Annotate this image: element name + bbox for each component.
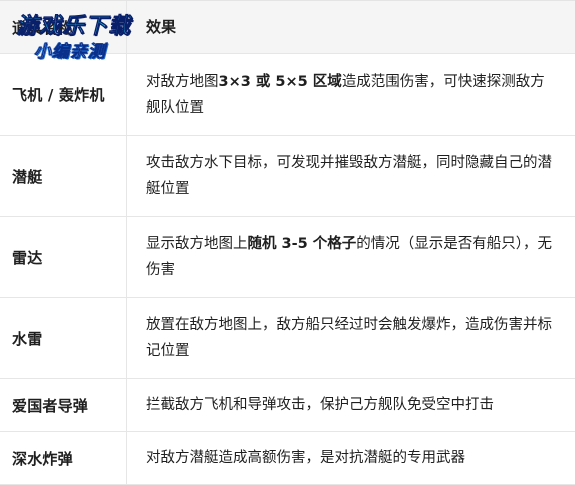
header-effect: 效果 <box>146 18 177 36</box>
table-row: 水雷 放置在敌方地图上，敌方船只经过时会触发爆炸，造成伤害并标记位置 <box>0 298 575 379</box>
item-effect-text: 攻击敌方水下目标，可发现并摧毁敌方潜艇，同时隐藏自己的潜艇位置 <box>146 150 555 202</box>
item-name: 深水炸弹 <box>0 432 127 484</box>
item-name: 水雷 <box>0 298 127 378</box>
item-effect-segment: 攻击敌方水下目标，可发现并摧毁敌方潜艇，同时隐藏自己的潜艇位置 <box>146 155 552 197</box>
item-effect: 对敌方潜艇造成高额伤害，是对抗潜艇的专用武器 <box>127 432 575 484</box>
item-effect-highlight: 随机 3-5 个格子 <box>247 236 357 252</box>
table-row: 深水炸弹 对敌方潜艇造成高额伤害，是对抗潜艇的专用武器 <box>0 432 575 485</box>
item-effect: 拦截敌方飞机和导弹攻击，保护己方舰队免受空中打击 <box>127 379 575 431</box>
item-effect: 显示敌方地图上随机 3-5 个格子的情况（显示是否有船只），无伤害 <box>127 217 575 297</box>
item-name: 潜艇 <box>0 136 127 216</box>
table-row: 爱国者导弹 拦截敌方飞机和导弹攻击，保护己方舰队免受空中打击 <box>0 379 575 432</box>
item-effect: 对敌方地图3×3 或 5×5 区域造成范围伤害，可快速探测敌方舰队位置 <box>127 54 575 135</box>
item-effect-text: 拦截敌方飞机和导弹攻击，保护己方舰队免受空中打击 <box>146 392 494 418</box>
item-name: 飞机 / 轰炸机 <box>0 54 127 135</box>
item-effect-text: 放置在敌方地图上，敌方船只经过时会触发爆炸，造成伤害并标记位置 <box>146 312 555 364</box>
table-row: 潜艇 攻击敌方水下目标，可发现并摧毁敌方潜艇，同时隐藏自己的潜艇位置 <box>0 136 575 217</box>
item-effect-segment: 显示敌方地图上 <box>146 236 248 252</box>
item-name: 爱国者导弹 <box>0 379 127 431</box>
items-table: 道具名称 效果 飞机 / 轰炸机 对敌方地图3×3 或 5×5 区域造成范围伤害… <box>0 0 575 485</box>
item-effect-text: 对敌方潜艇造成高额伤害，是对抗潜艇的专用武器 <box>146 445 465 471</box>
item-effect-highlight: 3×3 或 5×5 区域 <box>218 73 342 90</box>
table-row: 雷达 显示敌方地图上随机 3-5 个格子的情况（显示是否有船只），无伤害 <box>0 217 575 298</box>
header-item-name: 道具名称 <box>0 1 127 53</box>
item-effect-segment: 拦截敌方飞机和导弹攻击，保护己方舰队免受空中打击 <box>146 397 494 413</box>
item-effect-text: 对敌方地图3×3 或 5×5 区域造成范围伤害，可快速探测敌方舰队位置 <box>146 69 555 121</box>
item-name: 雷达 <box>0 217 127 297</box>
item-effect: 放置在敌方地图上，敌方船只经过时会触发爆炸，造成伤害并标记位置 <box>127 298 575 378</box>
table-row: 飞机 / 轰炸机 对敌方地图3×3 或 5×5 区域造成范围伤害，可快速探测敌方… <box>0 54 575 136</box>
item-effect-text: 显示敌方地图上随机 3-5 个格子的情况（显示是否有船只），无伤害 <box>146 231 555 283</box>
table-header-row: 道具名称 效果 <box>0 1 575 54</box>
item-effect: 攻击敌方水下目标，可发现并摧毁敌方潜艇，同时隐藏自己的潜艇位置 <box>127 136 575 216</box>
item-effect-segment: 放置在敌方地图上，敌方船只经过时会触发爆炸，造成伤害并标记位置 <box>146 317 552 359</box>
item-effect-segment: 对敌方潜艇造成高额伤害，是对抗潜艇的专用武器 <box>146 450 465 466</box>
item-effect-segment: 对敌方地图 <box>146 73 219 90</box>
